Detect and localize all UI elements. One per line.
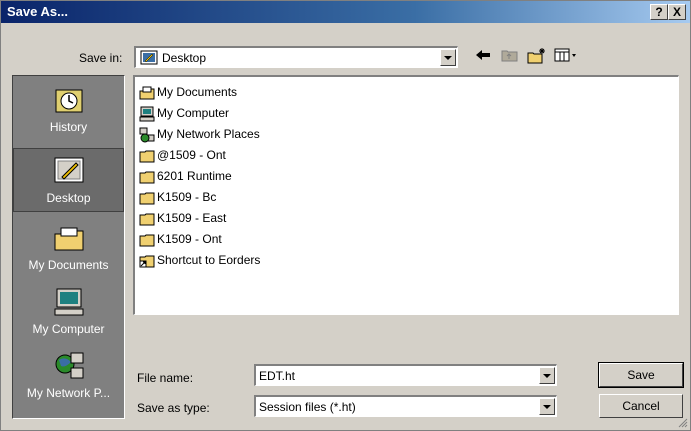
history-icon [55, 89, 82, 113]
file-name-label: File name: [137, 371, 194, 385]
save-as-type-dropdown[interactable]: Session files (*.ht) [254, 395, 557, 417]
save-as-type-label: Save as type: [137, 401, 210, 415]
folder-icon [139, 171, 155, 184]
list-item[interactable]: K1509 - Bc [139, 188, 216, 207]
back-arrow-icon[interactable] [474, 47, 492, 63]
help-button[interactable]: ? [650, 4, 668, 20]
file-name: My Network Places [157, 127, 260, 141]
up-folder-icon[interactable] [501, 47, 519, 63]
cancel-button[interactable]: Cancel [599, 394, 683, 418]
file-name: My Computer [157, 106, 230, 120]
place-my-network-places-label: My Network P... [26, 386, 111, 400]
place-history-label: History [49, 120, 88, 134]
save-in-value: Desktop [162, 51, 207, 65]
my-network-places-icon [55, 352, 83, 379]
file-name-value: EDT.ht [259, 369, 296, 383]
chevron-down-icon[interactable] [539, 398, 555, 415]
save-in-label: Save in: [79, 51, 123, 65]
folder-icon [139, 234, 155, 247]
folder-icon [139, 150, 155, 163]
place-desktop-label: Desktop [46, 191, 91, 205]
view-menu-icon[interactable] [554, 47, 580, 63]
file-name: K1509 - Ont [157, 232, 222, 246]
my-computer-icon [139, 106, 155, 122]
file-name: @1509 - Ont [157, 148, 226, 162]
folder-icon [139, 192, 155, 205]
my-documents-icon [139, 86, 155, 100]
list-item[interactable]: K1509 - Ont [139, 230, 222, 249]
close-button[interactable]: X [668, 4, 686, 20]
save-in-dropdown[interactable]: Desktop [134, 46, 458, 68]
place-my-documents[interactable]: My Documents [13, 216, 124, 276]
list-item[interactable]: K1509 - East [139, 209, 226, 228]
list-item[interactable]: @1509 - Ont [139, 146, 226, 165]
chevron-down-icon[interactable] [539, 367, 555, 384]
file-name: K1509 - Bc [157, 190, 217, 204]
resize-grip-icon[interactable] [678, 418, 688, 428]
folder-icon [139, 213, 155, 226]
list-item[interactable]: My Computer [139, 104, 229, 123]
chevron-down-icon[interactable] [440, 49, 456, 66]
desktop-icon [140, 50, 158, 65]
place-my-computer[interactable]: My Computer [13, 280, 124, 340]
place-history[interactable]: History [13, 78, 124, 144]
place-my-documents-label: My Documents [28, 258, 109, 272]
new-folder-icon[interactable] [527, 47, 547, 65]
window-title: Save As... [7, 4, 68, 19]
list-item[interactable]: My Network Places [139, 125, 260, 144]
save-button[interactable]: Save [598, 362, 684, 388]
my-computer-icon [54, 288, 83, 316]
file-name: Shortcut to Eorders [157, 253, 261, 267]
desktop-icon [54, 157, 83, 183]
place-my-network-places[interactable]: My Network P... [13, 344, 124, 410]
places-bar: History Desktop My Documents My Computer… [12, 75, 125, 419]
my-documents-icon [54, 227, 83, 251]
title-bar[interactable]: Save As... ? X [1, 1, 690, 23]
file-name: My Documents [157, 85, 238, 99]
list-item[interactable]: 6201 Runtime [139, 167, 232, 186]
list-item[interactable]: Shortcut to Eorders [139, 251, 260, 270]
save-as-dialog: Save As... ? X Save in: Desktop History … [0, 0, 691, 431]
list-item[interactable]: My Documents [139, 83, 237, 102]
file-name: K1509 - East [157, 211, 227, 225]
place-desktop[interactable]: Desktop [13, 148, 124, 212]
file-list[interactable]: My Documents My Computer My Network Plac… [133, 75, 679, 315]
shortcut-icon [139, 255, 155, 268]
place-my-computer-label: My Computer [32, 322, 105, 336]
file-name: 6201 Runtime [157, 169, 232, 183]
file-name-input[interactable]: EDT.ht [254, 364, 557, 386]
network-icon [139, 127, 155, 143]
save-as-type-value: Session files (*.ht) [259, 400, 356, 414]
